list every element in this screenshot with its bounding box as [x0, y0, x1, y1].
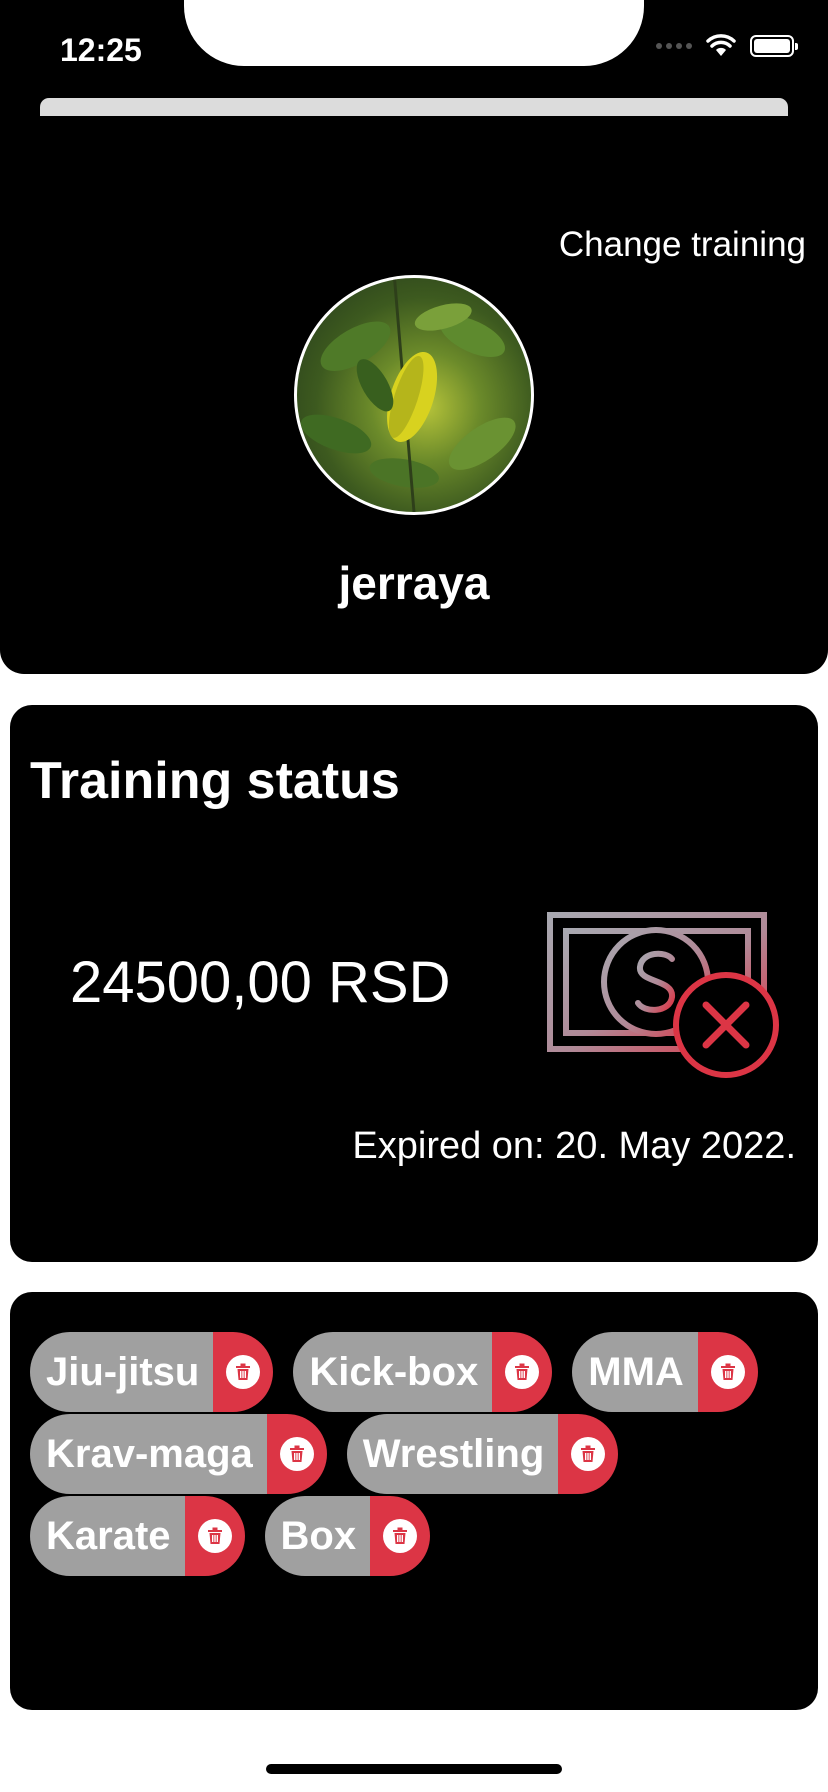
training-tag-label: Wrestling — [346, 1414, 559, 1494]
trash-icon — [207, 1527, 222, 1544]
training-tag: Jiu-jitsu — [30, 1332, 274, 1412]
training-tag: Karate — [30, 1496, 245, 1576]
remove-training-button[interactable] — [370, 1496, 431, 1576]
remove-training-button[interactable] — [213, 1332, 274, 1412]
remove-training-button[interactable] — [266, 1414, 327, 1494]
training-tag: Wrestling — [346, 1414, 619, 1494]
status-time: 12:25 — [60, 32, 142, 68]
expiration-date: Expired on: 20. May 2022. — [352, 1125, 796, 1167]
remove-training-button[interactable] — [697, 1332, 758, 1412]
trash-icon — [289, 1445, 304, 1462]
trash-icon — [720, 1363, 735, 1380]
trash-icon — [236, 1363, 251, 1380]
trash-icon — [515, 1363, 530, 1380]
home-indicator[interactable] — [266, 1764, 562, 1774]
username: jerraya — [338, 557, 490, 609]
training-amount: 24500,00 RSD — [70, 950, 451, 1015]
training-status-card: Training status 24500,00 RSD Expired on:… — [10, 705, 818, 1262]
wifi-icon — [706, 34, 736, 56]
training-tag-label: Kick-box — [293, 1332, 493, 1412]
status-icons — [656, 34, 798, 58]
trainings-card: Jiu-jitsu Kick-box MMA Krav-maga Wrestli… — [10, 1292, 818, 1710]
trash-icon — [393, 1527, 408, 1544]
training-tag: Kick-box — [293, 1332, 553, 1412]
training-tag-label: Karate — [30, 1496, 185, 1576]
remove-training-button[interactable] — [558, 1414, 619, 1494]
signal-icon — [656, 43, 692, 49]
training-tag-label: MMA — [572, 1332, 698, 1412]
training-tag-label: Box — [264, 1496, 371, 1576]
money-cancelled-icon — [547, 912, 779, 1078]
profile-header: 12:25 Change training jerraya — [0, 0, 828, 674]
remove-training-button[interactable] — [492, 1332, 553, 1412]
training-tag: MMA — [572, 1332, 758, 1412]
device-notch — [184, 0, 644, 66]
remove-training-button[interactable] — [184, 1496, 245, 1576]
trainings-tag-list: Jiu-jitsu Kick-box MMA Krav-maga Wrestli… — [30, 1332, 810, 1576]
training-tag: Box — [264, 1496, 431, 1576]
training-tag-label: Jiu-jitsu — [30, 1332, 214, 1412]
training-tag-label: Krav-maga — [30, 1414, 267, 1494]
trash-icon — [581, 1445, 596, 1462]
sheet-grabber[interactable] — [40, 98, 788, 116]
training-status-title: Training status — [30, 752, 400, 810]
avatar[interactable] — [294, 275, 534, 515]
leaf-photo-icon — [300, 278, 516, 512]
training-tag: Krav-maga — [30, 1414, 327, 1494]
battery-icon — [750, 35, 798, 57]
change-training-button[interactable]: Change training — [559, 225, 806, 265]
